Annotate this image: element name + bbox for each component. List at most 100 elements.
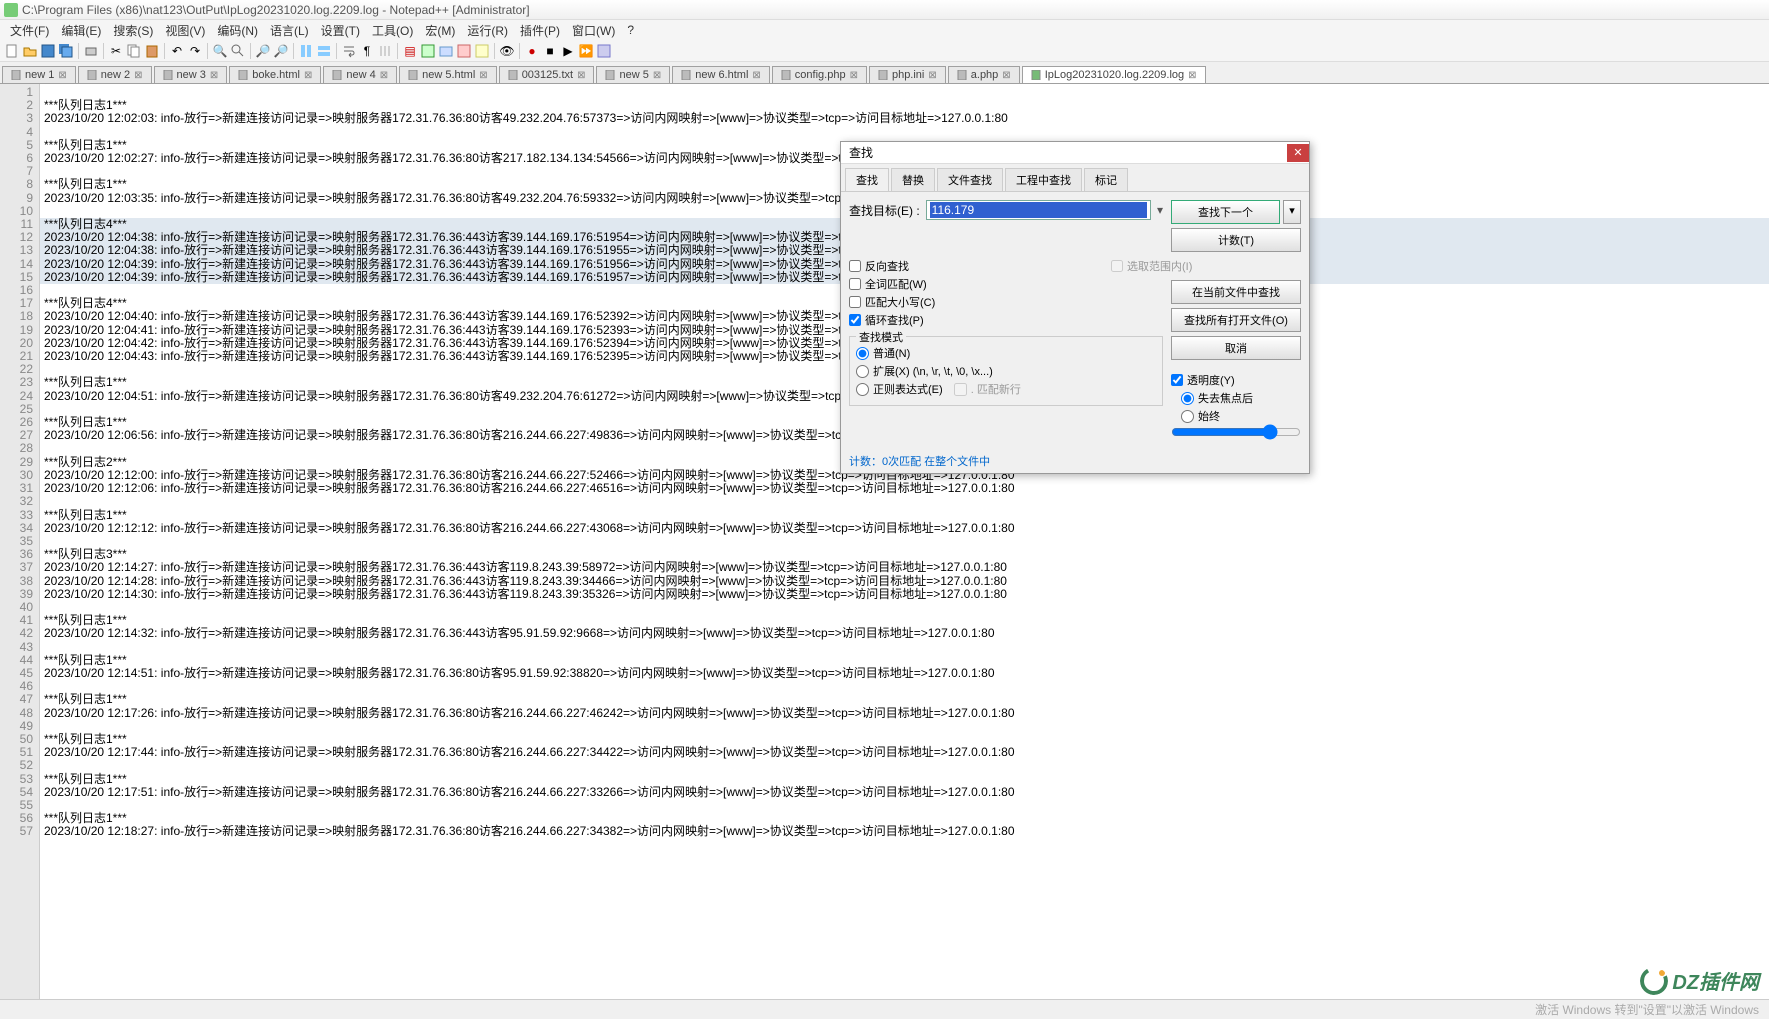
close-icon[interactable]: ⊠ [1188,70,1196,81]
copy-icon[interactable] [126,43,142,59]
find-in-current-button[interactable]: 在当前文件中查找 [1171,280,1301,304]
menu-item[interactable]: 语言(L) [264,20,315,41]
zoom-out-icon[interactable]: 🔎 [273,43,289,59]
file-tab[interactable]: config.php⊠ [772,66,867,83]
save-macro-icon[interactable] [596,43,612,59]
file-tab[interactable]: a.php⊠ [948,66,1020,83]
replace-icon[interactable] [230,43,246,59]
close-icon[interactable]: ⊠ [210,70,218,81]
file-tab[interactable]: new 4⊠ [323,66,397,83]
save-all-icon[interactable] [58,43,74,59]
menu-item[interactable]: 编辑(E) [55,20,107,41]
menu-item[interactable]: 运行(R) [461,20,514,41]
redo-icon[interactable]: ↷ [187,43,203,59]
lang-icon[interactable]: ▤ [402,43,418,59]
file-tab[interactable]: new 6.html⊠ [672,66,770,83]
file-tab[interactable]: new 5⊠ [596,66,670,83]
code-line: 2023/10/20 12:17:26: info-放行=>新建连接访问记录=>… [44,706,1015,720]
cancel-button[interactable]: 取消 [1171,336,1301,360]
close-icon[interactable]: ⊠ [479,70,487,81]
play-multi-icon[interactable]: ⏩ [578,43,594,59]
menu-item[interactable]: 搜索(S) [107,20,159,41]
doc-map-icon[interactable] [456,43,472,59]
cut-icon[interactable]: ✂ [108,43,124,59]
mode-extended-radio[interactable]: 扩展(X) (\n, \r, \t, \0, \x...) [856,363,1156,379]
file-tab[interactable]: new 1⊠ [2,66,76,83]
doc-list-icon[interactable] [474,43,490,59]
close-icon[interactable]: ⊠ [304,70,312,81]
save-icon[interactable] [40,43,56,59]
code-line: 2023/10/20 12:17:44: info-放行=>新建连接访问记录=>… [44,745,1015,759]
wrap-checkbox[interactable]: 循环查找(P) [849,312,1163,328]
record-icon[interactable]: ● [524,43,540,59]
find-tab[interactable]: 查找 [845,168,889,191]
folder-icon[interactable] [438,43,454,59]
mode-regex-radio[interactable]: 正则表达式(E) . 匹配新行 [856,381,1156,397]
menu-item[interactable]: 宏(M) [419,20,461,41]
menu-item[interactable]: ? [621,21,640,39]
file-tab[interactable]: new 3⊠ [154,66,228,83]
func-list-icon[interactable] [420,43,436,59]
menu-item[interactable]: 插件(P) [514,20,566,41]
find-target-input[interactable] [930,202,1147,218]
close-icon[interactable]: ⊠ [577,70,585,81]
find-target-combo[interactable] [926,200,1151,220]
close-icon[interactable]: ⊠ [752,70,760,81]
wholeword-checkbox[interactable]: 全词匹配(W) [849,276,1163,292]
sync-h-icon[interactable] [316,43,332,59]
close-icon[interactable]: ⊠ [850,70,858,81]
find-tab[interactable]: 工程中查找 [1005,168,1082,191]
find-tab[interactable]: 标记 [1084,168,1128,191]
find-tab[interactable]: 文件查找 [937,168,1003,191]
menu-item[interactable]: 工具(O) [366,20,419,41]
close-icon[interactable]: ⊠ [1002,70,1010,81]
count-button[interactable]: 计数(T) [1171,228,1301,252]
close-icon[interactable]: ⊠ [58,70,66,81]
transparency-slider[interactable] [1171,426,1301,438]
find-in-open-button[interactable]: 查找所有打开文件(O) [1171,308,1301,332]
close-icon[interactable]: ⊠ [928,70,936,81]
file-icon [681,70,691,80]
find-tab[interactable]: 替换 [891,168,935,191]
file-tab[interactable]: new 2⊠ [78,66,152,83]
menu-item[interactable]: 视图(V) [159,20,211,41]
find-next-button[interactable]: 查找下一个 [1171,200,1280,224]
file-tab[interactable]: boke.html⊠ [229,66,321,83]
menu-item[interactable]: 窗口(W) [566,20,621,41]
print-icon[interactable] [83,43,99,59]
close-icon[interactable]: ✕ [1287,144,1309,162]
monitoring-icon[interactable]: 👁 [499,43,515,59]
play-icon[interactable]: ▶ [560,43,576,59]
file-tab[interactable]: 003125.txt⊠ [499,66,595,83]
trans-lostfocus-radio[interactable]: 失去焦点后 [1181,390,1301,406]
menu-item[interactable]: 文件(F) [4,20,55,41]
transparency-checkbox[interactable]: 透明度(Y) [1171,372,1301,388]
indent-guide-icon[interactable] [377,43,393,59]
matchcase-checkbox[interactable]: 匹配大小写(C) [849,294,1163,310]
new-file-icon[interactable] [4,43,20,59]
file-tab[interactable]: new 5.html⊠ [399,66,497,83]
separator [250,43,251,59]
close-icon[interactable]: ⊠ [134,70,142,81]
trans-always-radio[interactable]: 始终 [1181,408,1301,424]
stop-icon[interactable]: ■ [542,43,558,59]
paste-icon[interactable] [144,43,160,59]
find-dialog-titlebar[interactable]: 查找 ✕ [841,142,1309,164]
close-icon[interactable]: ⊠ [653,70,661,81]
sync-v-icon[interactable] [298,43,314,59]
show-all-chars-icon[interactable]: ¶ [359,43,375,59]
file-tab[interactable]: IpLog20231020.log.2209.log⊠ [1022,66,1206,83]
menu-item[interactable]: 编码(N) [211,20,264,41]
find-next-dropdown[interactable]: ▾ [1283,200,1301,224]
close-icon[interactable]: ⊠ [380,70,388,81]
file-tab[interactable]: php.ini⊠ [869,66,946,83]
open-file-icon[interactable] [22,43,38,59]
undo-icon[interactable]: ↶ [169,43,185,59]
menu-item[interactable]: 设置(T) [315,20,366,41]
file-icon [238,70,248,80]
zoom-in-icon[interactable]: 🔎 [255,43,271,59]
mode-normal-radio[interactable]: 普通(N) [856,345,1156,361]
find-icon[interactable]: 🔍 [212,43,228,59]
chevron-down-icon[interactable]: ▾ [1157,203,1163,217]
wordwrap-icon[interactable] [341,43,357,59]
